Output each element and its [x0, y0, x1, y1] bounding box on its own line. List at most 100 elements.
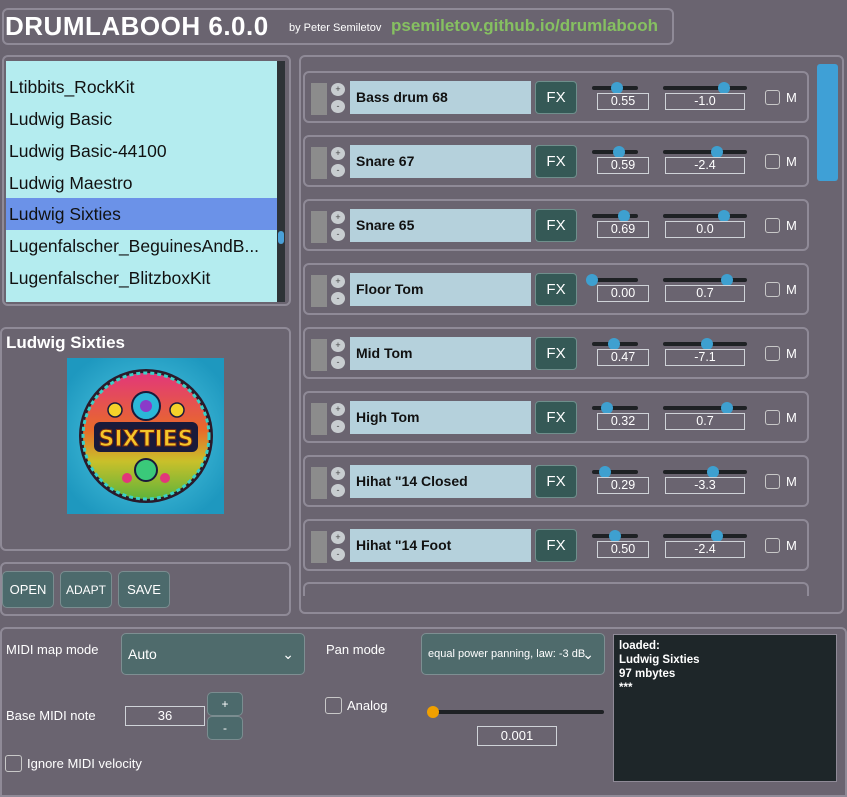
pan-value[interactable]: -1.0	[665, 93, 745, 110]
pan-slider-track[interactable]	[663, 534, 747, 538]
kit-list-item[interactable]: Lugenfalscher_BeguinesAndB...	[6, 230, 277, 262]
gain-slider-track[interactable]	[592, 406, 638, 410]
expand-plus-icon[interactable]: +	[331, 211, 345, 224]
gain-value[interactable]: 0.55	[597, 93, 649, 110]
fx-button[interactable]: FX	[535, 273, 577, 306]
pan-slider-track[interactable]	[663, 406, 747, 410]
ignore-velocity-checkbox[interactable]	[5, 755, 22, 772]
fx-button[interactable]: FX	[535, 81, 577, 114]
drum-row: + - Snare 67 FX 0.59 -2.4 M	[303, 135, 809, 187]
drag-handle[interactable]	[311, 83, 327, 115]
drum-name: Hihat "14 Closed	[350, 465, 531, 498]
kit-list-item[interactable]: Ludwig Basic-44100	[6, 135, 277, 167]
mute-checkbox[interactable]	[765, 90, 780, 105]
kit-list-item[interactable]: Ludwig Maestro	[6, 167, 277, 199]
collapse-minus-icon[interactable]: -	[331, 164, 345, 177]
fx-button[interactable]: FX	[535, 145, 577, 178]
drag-handle[interactable]	[311, 275, 327, 307]
mixer-scroll-thumb[interactable]	[817, 64, 838, 181]
collapse-minus-icon[interactable]: -	[331, 100, 345, 113]
fx-button[interactable]: FX	[535, 529, 577, 562]
collapse-minus-icon[interactable]: -	[331, 484, 345, 497]
kit-list-item[interactable]: Ludwig Basic	[6, 103, 277, 135]
mute-checkbox[interactable]	[765, 218, 780, 233]
collapse-minus-icon[interactable]: -	[331, 420, 345, 433]
mute-checkbox[interactable]	[765, 282, 780, 297]
expand-plus-icon[interactable]: +	[331, 275, 345, 288]
chevron-down-icon: ⌄	[582, 646, 594, 662]
drag-handle[interactable]	[311, 531, 327, 563]
kit-list-scrollbar[interactable]	[277, 61, 285, 302]
gain-value[interactable]: 0.59	[597, 157, 649, 174]
pan-slider-track[interactable]	[663, 278, 747, 282]
pan-slider-track[interactable]	[663, 150, 747, 154]
mute-checkbox[interactable]	[765, 346, 780, 361]
pan-value[interactable]: -2.4	[665, 541, 745, 558]
pan-mode-select[interactable]: equal power panning, law: -3 dB ⌄	[421, 633, 605, 675]
drum-name: Snare 65	[350, 209, 531, 242]
pan-mode-value: equal power panning, law: -3 dB	[428, 648, 586, 660]
pan-slider-track[interactable]	[663, 86, 747, 90]
mute-checkbox[interactable]	[765, 474, 780, 489]
kit-list-scroll-thumb[interactable]	[278, 231, 284, 244]
fx-button[interactable]: FX	[535, 401, 577, 434]
chevron-down-icon: ⌄	[282, 646, 294, 662]
gain-value[interactable]: 0.32	[597, 413, 649, 430]
expand-plus-icon[interactable]: +	[331, 147, 345, 160]
pan-value[interactable]: -2.4	[665, 157, 745, 174]
analog-slider-knob[interactable]	[427, 706, 439, 718]
drag-handle[interactable]	[311, 147, 327, 179]
midi-map-mode-label: MIDI map mode	[6, 642, 99, 657]
drum-row: + - High Tom FX 0.32 0.7 M	[303, 391, 809, 443]
pan-value[interactable]: 0.7	[665, 413, 745, 430]
pan-slider-track[interactable]	[663, 470, 747, 474]
kit-logo-graphic: SIXTIES	[67, 358, 224, 514]
adapt-button[interactable]: ADAPT	[60, 571, 112, 608]
expand-plus-icon[interactable]: +	[331, 403, 345, 416]
kit-list-item[interactable]: Ltibbits_RockKit	[6, 71, 277, 103]
collapse-minus-icon[interactable]: -	[331, 356, 345, 369]
drag-handle[interactable]	[311, 211, 327, 243]
base-note-minus-button[interactable]: -	[207, 716, 243, 740]
collapse-minus-icon[interactable]: -	[331, 292, 345, 305]
base-note-plus-button[interactable]: +	[207, 692, 243, 716]
fx-button[interactable]: FX	[535, 465, 577, 498]
pan-value[interactable]: 0.0	[665, 221, 745, 238]
pan-value[interactable]: -7.1	[665, 349, 745, 366]
analog-value-field[interactable]: 0.001	[477, 726, 557, 746]
pan-value[interactable]: -3.3	[665, 477, 745, 494]
collapse-minus-icon[interactable]: -	[331, 228, 345, 241]
gain-value[interactable]: 0.47	[597, 349, 649, 366]
collapse-minus-icon[interactable]: -	[331, 548, 345, 561]
gain-slider-track[interactable]	[592, 278, 638, 282]
gain-value[interactable]: 0.00	[597, 285, 649, 302]
mute-checkbox[interactable]	[765, 538, 780, 553]
drag-handle[interactable]	[311, 403, 327, 435]
expand-plus-icon[interactable]: +	[331, 83, 345, 96]
expand-plus-icon[interactable]: +	[331, 467, 345, 480]
pan-value[interactable]: 0.7	[665, 285, 745, 302]
fx-button[interactable]: FX	[535, 209, 577, 242]
drag-handle[interactable]	[311, 339, 327, 371]
midi-map-mode-select[interactable]: Auto ⌄	[121, 633, 305, 675]
expand-plus-icon[interactable]: +	[331, 339, 345, 352]
gain-value[interactable]: 0.29	[597, 477, 649, 494]
gain-value[interactable]: 0.50	[597, 541, 649, 558]
kit-list-item[interactable]: Lugenfalscher_BlitzboxKit	[6, 262, 277, 294]
expand-plus-icon[interactable]: +	[331, 531, 345, 544]
gain-value[interactable]: 0.69	[597, 221, 649, 238]
analog-checkbox[interactable]	[325, 697, 342, 714]
project-link[interactable]: psemiletov.github.io/drumlabooh	[391, 16, 658, 36]
kit-list-item-selected[interactable]: Ludwig Sixties	[6, 198, 277, 230]
kit-list[interactable]: Ltibbits_RockKit Ludwig Basic Ludwig Bas…	[6, 61, 277, 302]
pan-slider-track[interactable]	[663, 214, 747, 218]
base-midi-note-field[interactable]: 36	[125, 706, 205, 726]
drag-handle[interactable]	[311, 467, 327, 499]
open-button[interactable]: OPEN	[2, 571, 54, 608]
save-button[interactable]: SAVE	[118, 571, 170, 608]
mute-checkbox[interactable]	[765, 154, 780, 169]
gain-slider-track[interactable]	[592, 214, 638, 218]
mute-checkbox[interactable]	[765, 410, 780, 425]
analog-slider-track[interactable]	[433, 710, 604, 714]
fx-button[interactable]: FX	[535, 337, 577, 370]
